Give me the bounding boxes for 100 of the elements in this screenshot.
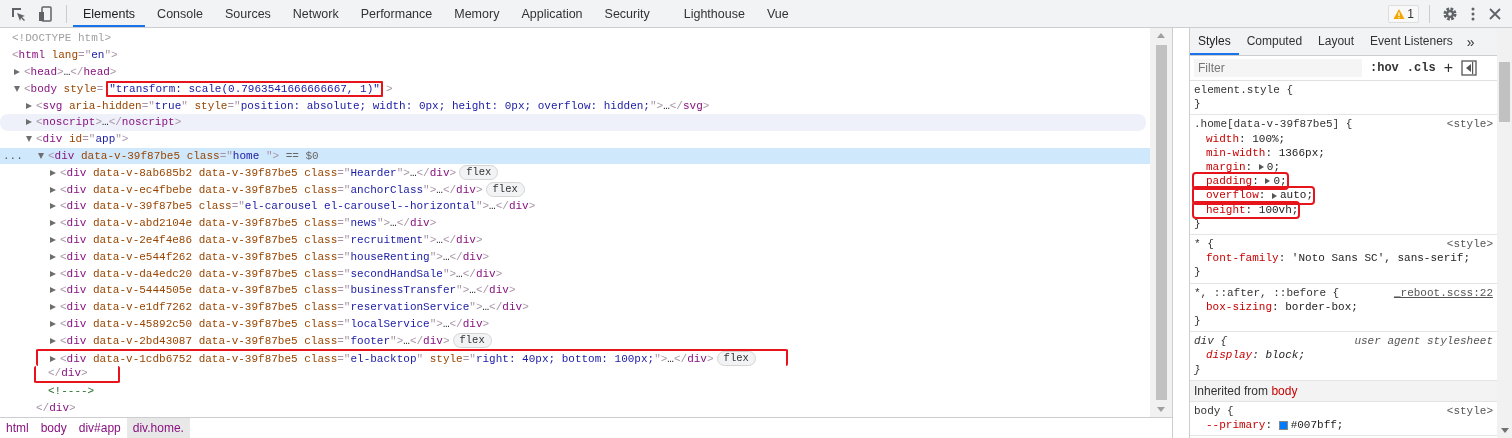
tag-punctuation: =" xyxy=(337,284,351,297)
sidebar-tab[interactable]: Computed xyxy=(1238,28,1311,55)
expanded-arrow-icon[interactable] xyxy=(38,152,44,159)
more-dots[interactable]: ... xyxy=(3,149,23,162)
collapsed-arrow-icon[interactable] xyxy=(50,270,56,277)
collapsed-arrow-icon[interactable] xyxy=(50,355,56,362)
tag-name: div xyxy=(66,217,87,230)
expanded-arrow-icon[interactable] xyxy=(26,136,32,143)
tag-punctuation: "> xyxy=(442,267,457,280)
breadcrumb-item[interactable]: div.home. xyxy=(126,418,190,438)
filter-field[interactable]: Filter xyxy=(1194,59,1362,77)
panel-tab[interactable]: Performance xyxy=(350,0,443,27)
expand-arrow-icon[interactable] xyxy=(1265,178,1271,185)
settings-icon[interactable] xyxy=(1442,5,1458,22)
tag-punctuation: < xyxy=(36,133,43,146)
panel-tab[interactable]: Application xyxy=(511,0,593,27)
collapsed-arrow-icon[interactable] xyxy=(50,169,56,176)
collapsed-arrow-icon[interactable] xyxy=(50,320,56,327)
closing-brace: } xyxy=(1194,362,1202,377)
tag-name: div xyxy=(475,267,496,280)
sidebar-tab[interactable]: Event Listeners xyxy=(1362,28,1461,55)
attribute-name: data-v-abd2104e data-v-39f87be5 class xyxy=(92,217,338,230)
sidebar-toggle-icon[interactable] xyxy=(1460,60,1477,76)
expand-arrow-icon[interactable] xyxy=(1258,164,1264,171)
tag-punctuation: =" xyxy=(219,149,233,162)
collapsed-arrow-icon[interactable] xyxy=(50,304,56,311)
collapsed-arrow-icon[interactable] xyxy=(26,102,32,109)
closing-brace: } xyxy=(1194,314,1202,329)
collapsed-arrow-icon[interactable] xyxy=(50,236,56,243)
panel-tab[interactable]: Network xyxy=(282,0,349,27)
color-swatch[interactable] xyxy=(1278,420,1288,430)
collapsed-arrow-icon[interactable] xyxy=(14,69,20,75)
flex-badge[interactable]: flex xyxy=(459,165,499,181)
hov-toggle[interactable]: :hov xyxy=(1370,61,1399,75)
collapsed-arrow-icon[interactable] xyxy=(50,337,56,344)
breadcrumb-item[interactable]: body xyxy=(34,418,73,438)
panel-tab[interactable]: Security xyxy=(594,0,660,27)
sidebar-tab[interactable]: Styles xyxy=(1190,28,1239,55)
more-tabs-button[interactable]: » xyxy=(1460,33,1481,50)
collapsed-arrow-icon[interactable] xyxy=(50,203,56,210)
inherited-element-link[interactable]: body xyxy=(1271,383,1298,398)
tag-name: div xyxy=(66,352,87,365)
scrollbar-thumb[interactable] xyxy=(1499,62,1510,122)
panel-tab[interactable]: Console xyxy=(147,0,213,27)
tag-name: div xyxy=(462,317,483,330)
panel-tab[interactable]: Sources xyxy=(215,0,281,27)
source-link[interactable]: _reboot.scss:22 xyxy=(1393,285,1493,300)
new-rule-button[interactable]: + xyxy=(1443,61,1453,75)
cls-toggle[interactable]: .cls xyxy=(1406,61,1436,75)
expanded-arrow-icon[interactable] xyxy=(14,85,20,92)
expand-arrow-icon[interactable] xyxy=(1272,192,1277,199)
property-name: margin xyxy=(1206,160,1246,175)
property-value: auto; xyxy=(1280,188,1314,203)
tag-punctuation: </ xyxy=(416,166,430,179)
collapsed-arrow-icon[interactable] xyxy=(50,287,56,294)
flex-badge[interactable]: flex xyxy=(452,333,492,349)
tag-punctuation: < xyxy=(24,66,31,78)
tag-name: div xyxy=(66,166,87,179)
ellipsis-text: … xyxy=(469,284,476,297)
tag-punctuation: < xyxy=(60,301,67,314)
property-name: overflow xyxy=(1206,188,1259,203)
attribute-value: footer xyxy=(350,334,391,347)
breadcrumb-item[interactable]: div#app xyxy=(72,418,127,438)
device-toolbar-icon[interactable] xyxy=(38,5,54,22)
sidebar-tab[interactable]: Layout xyxy=(1310,28,1363,55)
warning-counter[interactable]: 1 xyxy=(1388,4,1419,23)
property-value: block; xyxy=(1265,348,1306,363)
tag-punctuation: "> xyxy=(475,200,490,213)
selected-node-row[interactable]: ... <div data-v-39f87be5 class="home "> == $0 xyxy=(0,147,1150,165)
collapsed-arrow-icon[interactable] xyxy=(50,220,56,227)
panel-tab[interactable]: Elements xyxy=(73,0,146,27)
scrollbar-thumb[interactable] xyxy=(1155,45,1167,400)
tag-punctuation: > xyxy=(69,401,76,414)
collapsed-arrow-icon[interactable] xyxy=(50,186,56,193)
panel-tab[interactable]: Memory xyxy=(444,0,510,27)
tag-punctuation: < xyxy=(36,99,43,112)
panel-tab[interactable]: Lighthouse xyxy=(673,0,755,27)
tag-punctuation: =" xyxy=(337,317,351,330)
scroll-down-icon[interactable] xyxy=(1499,427,1510,434)
tag-punctuation: < xyxy=(60,166,67,179)
property-separator: : xyxy=(1258,188,1267,203)
collapsed-arrow-icon[interactable] xyxy=(50,253,56,260)
flex-badge[interactable]: flex xyxy=(485,182,525,198)
tag-name: div xyxy=(66,284,87,297)
breadcrumb-item[interactable]: html xyxy=(0,418,35,438)
scrollbar[interactable] xyxy=(1497,28,1512,438)
panel-tab[interactable]: Vue xyxy=(756,0,799,27)
more-options-icon[interactable] xyxy=(1470,5,1476,22)
collapsed-arrow-icon[interactable] xyxy=(26,119,32,126)
scrollbar[interactable] xyxy=(1150,28,1172,417)
property-value: 1366px; xyxy=(1278,145,1325,160)
flex-badge[interactable]: flex xyxy=(716,351,756,367)
attribute-name: data-v-ec4fbebe data-v-39f87be5 class xyxy=(92,183,338,196)
inspect-icon[interactable] xyxy=(10,5,26,22)
hovered-node-row[interactable]: <noscript>…</noscript> xyxy=(0,114,1146,131)
attribute-name: id xyxy=(68,133,83,146)
tag-punctuation: < xyxy=(36,116,43,129)
close-icon[interactable] xyxy=(1488,6,1502,21)
ellipsis-text: … xyxy=(436,233,443,246)
tag-punctuation: </ xyxy=(70,66,84,78)
